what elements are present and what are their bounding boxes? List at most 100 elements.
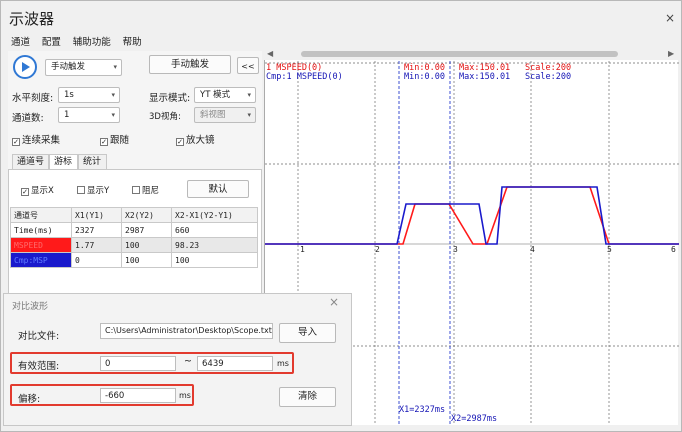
x-tick-label: 3 bbox=[453, 245, 458, 254]
offset-input[interactable]: -660 bbox=[100, 388, 176, 403]
magnifier-label: 放大镜 bbox=[186, 135, 215, 146]
follow-label: 跟随 bbox=[110, 135, 130, 146]
x-tick-label: 4 bbox=[530, 245, 535, 254]
play-button[interactable] bbox=[13, 55, 37, 79]
cursor-x2-label: X2=2987ms bbox=[451, 414, 498, 424]
channels-select[interactable]: 1 ▾ bbox=[58, 107, 120, 123]
channels-label: 通道数: bbox=[12, 113, 44, 124]
cell-channel: Cmp:MSP bbox=[10, 252, 72, 268]
default-button[interactable]: 默认 bbox=[187, 180, 249, 198]
clear-button[interactable]: 清除 bbox=[279, 387, 336, 407]
cell-x1: 1.77 bbox=[71, 237, 122, 253]
series-min: Min:0.00 bbox=[404, 72, 445, 82]
close-icon[interactable]: × bbox=[329, 295, 339, 309]
cell-x1: 0 bbox=[71, 252, 122, 268]
display-mode-value: YT 模式 bbox=[200, 90, 231, 100]
range-separator: ~ bbox=[184, 356, 192, 367]
trigger-mode-value: 手动触发 bbox=[51, 62, 86, 72]
table-header-row: 通道号 X1(Y1) X2(Y2) X2-X1(Y2-Y1) bbox=[10, 207, 258, 223]
cell-x2: 100 bbox=[121, 237, 172, 253]
h-scale-select[interactable]: 1s ▾ bbox=[58, 87, 120, 103]
tab-channel[interactable]: 通道号 bbox=[12, 154, 49, 170]
table-row[interactable]: Time(ms) 2327 2987 660 bbox=[10, 222, 258, 238]
menu-channel[interactable]: 通道 bbox=[11, 37, 30, 48]
column-header: X2(Y2) bbox=[121, 207, 172, 223]
cursor-x1-label: X1=2327ms bbox=[399, 405, 446, 415]
column-header: 通道号 bbox=[10, 207, 72, 223]
magnifier-checkbox[interactable]: ✓ 放大镜 bbox=[176, 132, 215, 146]
table-row[interactable]: MSPEED 1.77 100 98.23 bbox=[10, 237, 258, 253]
chevron-down-icon: ▾ bbox=[247, 111, 251, 119]
import-button[interactable]: 导入 bbox=[279, 323, 336, 343]
cell-channel: MSPEED bbox=[10, 237, 72, 253]
compare-file-field[interactable]: C:\Users\Administrator\Desktop\Scope.txt bbox=[100, 323, 273, 339]
show-x-label: 显示X bbox=[31, 186, 54, 196]
check-icon: ✓ bbox=[100, 138, 108, 146]
cell-x2: 2987 bbox=[121, 222, 172, 238]
series-mspeed-line bbox=[265, 186, 679, 245]
view3d-label: 3D视角: bbox=[149, 112, 181, 122]
damping-checkbox[interactable]: 阻尼 bbox=[132, 184, 159, 196]
continuous-checkbox[interactable]: ✓ 连续采集 bbox=[12, 132, 60, 146]
check-icon: ✓ bbox=[12, 138, 20, 146]
menu-tools[interactable]: 辅助功能 bbox=[73, 37, 111, 48]
view3d-select: 斜视图 ▾ bbox=[194, 107, 256, 123]
scrollbar-thumb[interactable] bbox=[301, 51, 618, 57]
column-header: X2-X1(Y2-Y1) bbox=[171, 207, 258, 223]
h-scale-label: 水平刻度: bbox=[12, 93, 54, 104]
range-to-input[interactable]: 6439 bbox=[197, 356, 273, 371]
scroll-right-icon[interactable]: ▶ bbox=[668, 49, 674, 58]
table-row[interactable]: Cmp:MSP 0 100 100 bbox=[10, 252, 258, 268]
chevron-down-icon: ▾ bbox=[111, 111, 115, 119]
tab-stats[interactable]: 统计 bbox=[78, 154, 107, 170]
series-max: Max:150.01 bbox=[459, 72, 511, 82]
series-scale: Scale:200 bbox=[525, 72, 572, 82]
show-y-checkbox[interactable]: 显示Y bbox=[77, 184, 109, 196]
damping-label: 阻尼 bbox=[142, 186, 160, 196]
x-tick-label: 6 bbox=[671, 245, 676, 254]
cell-x2: 100 bbox=[121, 252, 172, 268]
compare-file-label: 对比文件: bbox=[18, 331, 60, 342]
range-unit: ms bbox=[277, 359, 289, 368]
dialog-title: 对比波形 bbox=[12, 302, 49, 312]
display-mode-select[interactable]: YT 模式 ▾ bbox=[194, 87, 256, 103]
chevron-down-icon: ▾ bbox=[247, 91, 251, 99]
follow-checkbox[interactable]: ✓ 跟随 bbox=[100, 132, 129, 146]
series-name: Cmp:1 MSPEED(0) bbox=[266, 72, 343, 82]
trigger-mode-select[interactable]: 手动触发 ▾ bbox=[45, 59, 122, 76]
range-label: 有效范围: bbox=[18, 361, 60, 372]
cell-dx: 98.23 bbox=[171, 237, 258, 253]
offset-unit: ms bbox=[179, 391, 191, 400]
checkbox-icon bbox=[77, 186, 85, 194]
close-icon[interactable]: × bbox=[665, 11, 675, 25]
window-title: 示波器 bbox=[9, 10, 55, 28]
chevron-down-icon: ▾ bbox=[113, 63, 117, 71]
menu-config[interactable]: 配置 bbox=[42, 37, 61, 48]
oscilloscope-window: 示波器 × 通道 配置 辅助功能 帮助 手动触发 ▾ 手动触发 << 水平刻度: … bbox=[0, 0, 682, 432]
range-from-input[interactable]: 0 bbox=[100, 356, 176, 371]
cursor-table: 通道号 X1(Y1) X2(Y2) X2-X1(Y2-Y1) Time(ms) … bbox=[10, 207, 258, 268]
show-y-label: 显示Y bbox=[87, 186, 110, 196]
cell-dx: 660 bbox=[171, 222, 258, 238]
chevron-down-icon: ▾ bbox=[111, 91, 115, 99]
check-icon: ✓ bbox=[176, 138, 184, 146]
h-scale-value: 1s bbox=[64, 90, 74, 100]
menu-help[interactable]: 帮助 bbox=[123, 37, 142, 48]
view3d-value: 斜视图 bbox=[200, 110, 226, 120]
cell-x1: 2327 bbox=[71, 222, 122, 238]
collapse-panel-button[interactable]: << bbox=[237, 57, 259, 74]
show-x-checkbox[interactable]: ✓ 显示X bbox=[21, 184, 54, 196]
column-header: X1(Y1) bbox=[71, 207, 122, 223]
display-mode-label: 显示模式: bbox=[149, 93, 191, 104]
tab-cursor[interactable]: 游标 bbox=[49, 154, 78, 170]
x-tick-label: 1 bbox=[300, 245, 305, 254]
menu-bar: 通道 配置 辅助功能 帮助 bbox=[11, 34, 151, 48]
scroll-left-icon[interactable]: ◀ bbox=[267, 49, 273, 58]
play-icon bbox=[22, 62, 30, 72]
x-tick-label: 2 bbox=[375, 245, 380, 254]
cell-channel: Time(ms) bbox=[10, 222, 72, 238]
cell-dx: 100 bbox=[171, 252, 258, 268]
manual-trigger-button[interactable]: 手动触发 bbox=[149, 55, 231, 74]
series-compare-line bbox=[265, 186, 679, 245]
continuous-label: 连续采集 bbox=[22, 135, 61, 146]
